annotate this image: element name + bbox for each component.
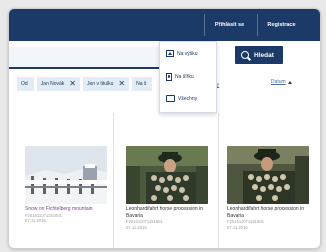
all-formats-icon	[166, 95, 175, 102]
filter-chip-author[interactable]: Jan Novák ✕	[36, 77, 80, 91]
filter-chip-label: Od	[21, 81, 28, 87]
close-icon[interactable]: ✕	[118, 80, 125, 88]
orientation-option-portrait[interactable]: Na šířku	[166, 73, 194, 81]
orientation-option-landscape[interactable]: Na výšku	[166, 50, 198, 57]
portrait-image-icon	[166, 73, 172, 81]
result-thumbnail[interactable]	[227, 146, 309, 204]
sort-label: Datum	[271, 79, 286, 85]
result-title[interactable]: Leonhardifahrt horse procession in Bavar…	[126, 206, 212, 219]
result-card[interactable]: Leonhardifahrt horse procession in Bavar…	[126, 146, 212, 230]
filter-chip-orientation[interactable]: Na š	[132, 77, 153, 91]
result-date: 07.11.2016	[25, 218, 46, 223]
result-card[interactable]: Leonhardifahrt horse procession in Bavar…	[227, 146, 313, 230]
results-grid: Snow on Fichtelberg mountain F2016110711…	[9, 103, 320, 248]
result-thumbnail[interactable]	[25, 146, 107, 204]
orientation-dropdown: Na výšku Na šířku Všechny	[159, 41, 217, 113]
filter-chip-from: Od	[17, 77, 34, 91]
landscape-image-icon	[166, 50, 174, 57]
search-input[interactable]	[9, 47, 161, 69]
top-navigation-bar: Přihlásit se Registrace	[9, 9, 320, 41]
sort-by-date[interactable]: Datum	[271, 79, 292, 85]
divider	[113, 113, 114, 248]
browser-frame: Přihlásit se Registrace ⚙ Hledat Od Jan …	[8, 8, 321, 249]
register-button[interactable]: Registrace	[257, 14, 305, 36]
close-icon[interactable]: ✕	[69, 80, 76, 88]
result-date: 07.11.2016	[126, 224, 147, 230]
divider	[218, 113, 219, 248]
orientation-option-label: Na výšku	[177, 50, 198, 57]
search-button-label: Hledat	[254, 51, 274, 59]
search-icon	[241, 51, 249, 59]
filter-chips: Od Jan Novák ✕ Jen v titulku ✕ Na š	[17, 77, 153, 91]
result-thumbnail[interactable]	[126, 146, 208, 204]
result-title[interactable]: Leonhardifahrt horse procession in Bavar…	[227, 206, 313, 219]
result-card[interactable]: Snow on Fichtelberg mountain F2016110711…	[25, 146, 111, 224]
filter-chip-title-only[interactable]: Jen v titulku ✕	[83, 77, 130, 91]
orientation-option-label: Na šířku	[175, 74, 194, 80]
filter-chip-label: Jan Novák	[40, 81, 65, 87]
login-button[interactable]: Přihlásit se	[204, 14, 254, 36]
sort-ascending-icon	[287, 80, 292, 84]
filter-chip-label: Na š	[136, 81, 147, 87]
orientation-option-all[interactable]: Všechny	[166, 95, 197, 102]
filter-chip-label: Jen v titulku	[87, 81, 114, 87]
orientation-option-label: Všechny	[178, 95, 198, 102]
result-date: 07.11.2016	[227, 224, 248, 230]
search-button[interactable]: Hledat	[235, 46, 283, 64]
